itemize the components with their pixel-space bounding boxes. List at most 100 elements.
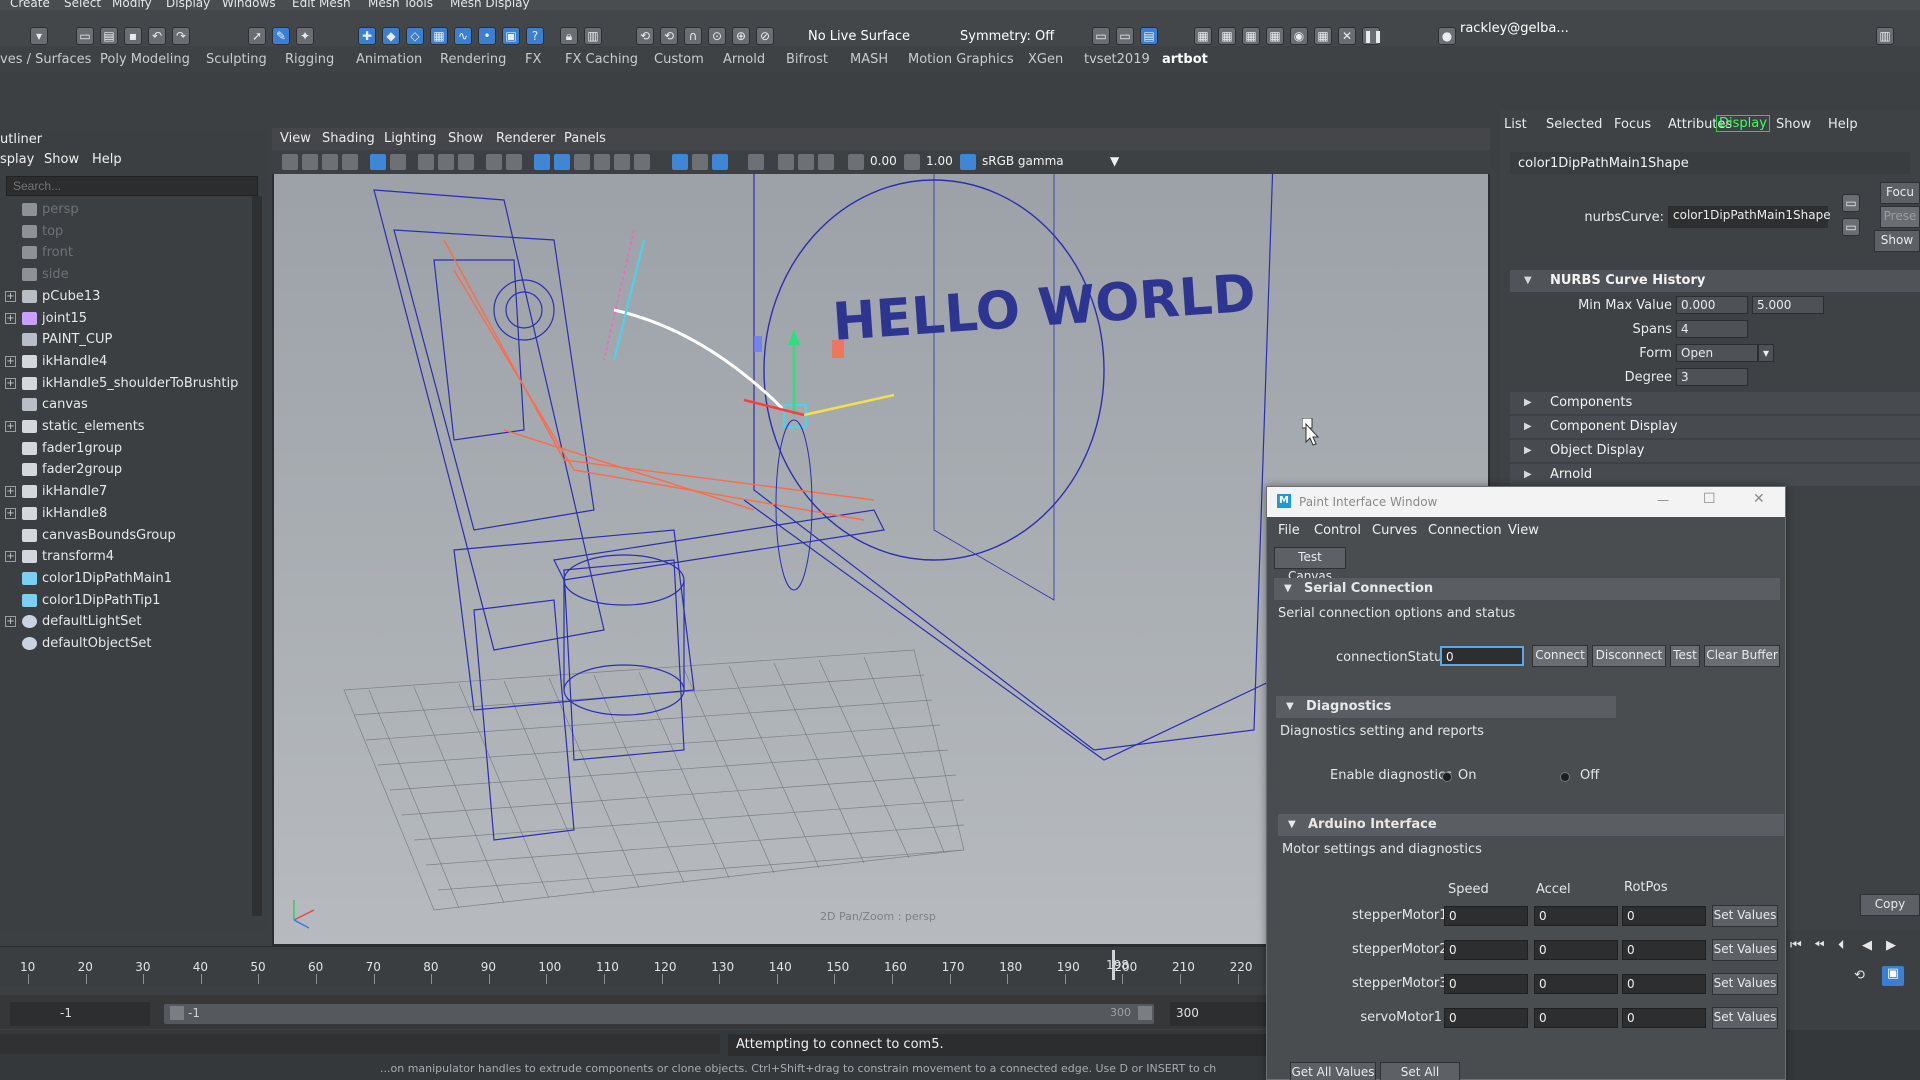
xray-icon[interactable] bbox=[692, 154, 708, 170]
shelf-tab-animation[interactable]: Animation bbox=[356, 52, 422, 67]
motor-accel-field[interactable]: 0 bbox=[1534, 974, 1618, 994]
shelf-tab-fx[interactable]: FX bbox=[525, 52, 541, 67]
shelf-tab-sculpting[interactable]: Sculpting bbox=[206, 52, 267, 67]
render-settings-icon[interactable]: ▤ bbox=[1140, 27, 1158, 45]
snap-point-icon[interactable]: • bbox=[478, 27, 496, 45]
shelf-tab-poly-modeling[interactable]: Poly Modeling bbox=[100, 52, 190, 67]
motor-accel-field[interactable]: 0 bbox=[1534, 940, 1618, 960]
ae-section-arnold[interactable]: ▶ Arnold bbox=[1510, 464, 1920, 486]
motor-accel-field[interactable]: 0 bbox=[1534, 1008, 1618, 1028]
frame-all-icon[interactable] bbox=[748, 154, 764, 170]
textured-icon[interactable] bbox=[594, 154, 610, 170]
menu-create[interactable]: Create bbox=[10, 0, 50, 10]
shelf-tab-arnold[interactable]: Arnold bbox=[723, 52, 765, 67]
frame-selected-icon[interactable] bbox=[778, 154, 794, 170]
toggle-pivot-icon[interactable]: ✕ bbox=[1338, 27, 1356, 45]
arduino-interface-frame[interactable]: ▼ Arduino Interface bbox=[1278, 814, 1784, 836]
menu-windows[interactable]: Windows bbox=[222, 0, 276, 10]
diagnostics-frame[interactable]: ▼ Diagnostics bbox=[1276, 696, 1616, 718]
safe-title-icon[interactable] bbox=[506, 154, 522, 170]
shelf-tab-tvset2019[interactable]: tvset2019 bbox=[1084, 52, 1150, 67]
pw-menu-view[interactable]: View bbox=[1508, 523, 1539, 538]
outliner-item[interactable]: + defaultLightSet bbox=[0, 612, 250, 632]
snap-surface-icon[interactable]: ? bbox=[526, 27, 544, 45]
ae-menu-help[interactable]: Help bbox=[1828, 117, 1858, 132]
play-backward-icon[interactable]: ◀ bbox=[1862, 938, 1872, 953]
shelf-tab-artbot[interactable]: artbot bbox=[1162, 52, 1208, 67]
close-icon[interactable]: ✕ bbox=[1753, 491, 1765, 507]
pw-menu-control[interactable]: Control bbox=[1314, 523, 1361, 538]
serial-connection-frame[interactable]: ▼ Serial Connection bbox=[1274, 578, 1780, 600]
motor-rotpos-field[interactable]: 0 bbox=[1622, 974, 1706, 994]
viewport-menu-view[interactable]: View bbox=[280, 131, 311, 146]
select-tool-icon[interactable]: ➚ bbox=[248, 27, 266, 45]
max-value-field[interactable]: 5.000 bbox=[1752, 296, 1824, 314]
film-gate-icon[interactable] bbox=[390, 154, 406, 170]
connect-button[interactable]: Connect bbox=[1532, 645, 1588, 667]
ae-load-icon[interactable]: ▭ bbox=[1842, 194, 1860, 212]
menu-select[interactable]: Select bbox=[64, 0, 101, 10]
ae-section-nurbs-history[interactable]: ▼ NURBS Curve History bbox=[1510, 270, 1920, 292]
ae-menu-display[interactable]: Display bbox=[1716, 115, 1770, 132]
shelf-tab-rigging[interactable]: Rigging bbox=[285, 52, 334, 67]
play-forward-icon[interactable]: ▶ bbox=[1886, 938, 1896, 953]
shelf-tab-mash[interactable]: MASH bbox=[850, 52, 888, 67]
ae-section-components[interactable]: ▶ Components bbox=[1510, 392, 1920, 414]
save-scene-icon[interactable]: ▪ bbox=[124, 27, 142, 45]
expand-icon[interactable]: + bbox=[5, 616, 16, 628]
outliner-item[interactable]: + joint15 bbox=[0, 309, 250, 329]
symmetry-label[interactable]: Symmetry: Off bbox=[960, 29, 1054, 44]
ae-section-component-display[interactable]: ▶ Component Display bbox=[1510, 416, 1920, 438]
outliner-item[interactable]: fader2group bbox=[0, 460, 250, 480]
show-button[interactable]: Show bbox=[1874, 230, 1920, 252]
grid-toggle-icon[interactable] bbox=[370, 154, 386, 170]
lock-icon[interactable]: 🔒︎ bbox=[560, 27, 578, 45]
pw-menu-file[interactable]: File bbox=[1278, 523, 1300, 538]
go-to-start-icon[interactable]: ⏮ bbox=[1790, 938, 1802, 953]
snap-plane-icon[interactable]: ⊘ bbox=[756, 27, 774, 45]
workspace-icon[interactable]: ▥ bbox=[1876, 27, 1894, 45]
focus-button[interactable]: Focu bbox=[1880, 182, 1920, 204]
outliner-item[interactable]: color1DipPathMain1 bbox=[0, 569, 250, 589]
menu-display[interactable]: Display bbox=[166, 0, 210, 10]
gamma-value[interactable]: 1.00 bbox=[926, 154, 953, 168]
arnold-render-icon[interactable]: ◉ bbox=[1290, 27, 1308, 45]
outliner-item[interactable]: defaultObjectSet bbox=[0, 634, 250, 654]
snap-view-icon[interactable]: ▣ bbox=[502, 27, 520, 45]
account-icon[interactable]: ● bbox=[1438, 27, 1456, 45]
outliner-menu-show[interactable]: Show bbox=[44, 152, 79, 167]
menu-set-dropdown-icon[interactable]: ▾ bbox=[30, 27, 48, 45]
hud-icon[interactable] bbox=[818, 154, 834, 170]
paint-window-titlebar[interactable]: M Paint Interface Window — ☐ ✕ bbox=[1267, 487, 1785, 517]
pw-menu-curves[interactable]: Curves bbox=[1372, 523, 1417, 538]
ae-section-object-display[interactable]: ▶ Object Display bbox=[1510, 440, 1920, 462]
undo-icon[interactable]: ↶ bbox=[148, 27, 166, 45]
get-all-values-button[interactable]: Get All Values bbox=[1290, 1062, 1376, 1080]
set-values-button[interactable]: Set Values bbox=[1712, 973, 1778, 995]
menu-edit-mesh[interactable]: Edit Mesh bbox=[292, 0, 351, 10]
menu-mesh-tools[interactable]: Mesh Tools bbox=[368, 0, 433, 10]
resolution-gate-icon[interactable] bbox=[418, 154, 434, 170]
range-end-handle[interactable] bbox=[1138, 1006, 1152, 1020]
motor-rotpos-field[interactable]: 0 bbox=[1622, 1008, 1706, 1028]
ae-menu-selected[interactable]: Selected bbox=[1546, 117, 1602, 132]
shelf-tab-bifrost[interactable]: Bifrost bbox=[786, 52, 828, 67]
loop-icon[interactable]: ⟲ bbox=[1854, 968, 1865, 983]
select-component-icon[interactable]: ◇ bbox=[406, 27, 424, 45]
expand-icon[interactable]: + bbox=[5, 421, 16, 432]
outliner-item[interactable]: + ikHandle7 bbox=[0, 482, 250, 502]
presets-button[interactable]: Prese bbox=[1880, 206, 1920, 228]
command-line[interactable] bbox=[0, 1034, 720, 1054]
ae-menu-focus[interactable]: Focus bbox=[1614, 117, 1651, 132]
select-object-icon[interactable]: ◆ bbox=[382, 27, 400, 45]
pause-icon[interactable]: ❚❚ bbox=[1362, 27, 1383, 45]
lasso-tool-icon[interactable]: ✎ bbox=[272, 27, 290, 45]
test-canvas-button[interactable]: Test Canvas bbox=[1274, 547, 1346, 583]
outliner-menu-help[interactable]: Help bbox=[92, 152, 122, 167]
wireframe-icon[interactable] bbox=[534, 154, 550, 170]
expand-icon[interactable]: + bbox=[5, 507, 16, 519]
outliner-item[interactable]: canvasBoundsGroup bbox=[0, 526, 250, 546]
range-start-handle[interactable] bbox=[170, 1006, 184, 1020]
ae-node-tab[interactable]: color1DipPathMain1Shape bbox=[1510, 152, 1910, 174]
camera-attributes-icon[interactable] bbox=[302, 154, 318, 170]
